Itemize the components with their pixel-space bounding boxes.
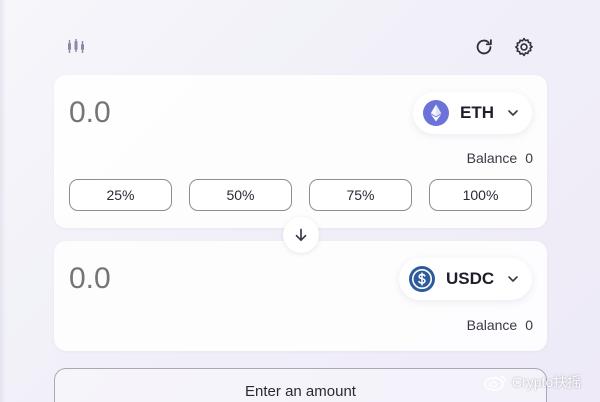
percent-100-button[interactable]: 100% (429, 179, 532, 211)
chevron-down-icon (508, 276, 518, 282)
enter-amount-label: Enter an amount (245, 383, 356, 400)
percent-50-button[interactable]: 50% (189, 179, 292, 211)
to-token-card: USDC Balance 0 (54, 241, 547, 351)
top-bar (55, 34, 547, 58)
candlestick-chart-icon[interactable] (67, 38, 85, 54)
percent-75-button[interactable]: 75% (309, 179, 412, 211)
watermark: Crypto扶摇 (484, 372, 581, 392)
weibo-logo-icon (484, 375, 506, 391)
to-balance: Balance 0 (467, 317, 533, 333)
from-token-card: ETH Balance 0 25% 50% 75% 100% (54, 75, 547, 228)
from-token-symbol: ETH (460, 103, 494, 122)
watermark-text: Crypto扶摇 (512, 374, 582, 390)
usdc-icon (409, 266, 435, 292)
to-amount-input[interactable] (69, 259, 249, 299)
arrow-down-icon (295, 228, 307, 242)
to-token-symbol: USDC (446, 269, 495, 288)
gear-icon[interactable] (513, 36, 535, 58)
balance-value: 0 (525, 150, 533, 166)
enter-amount-button[interactable]: Enter an amount (54, 368, 547, 402)
percent-25-button[interactable]: 25% (69, 179, 172, 211)
balance-value: 0 (525, 317, 533, 333)
ethereum-icon (423, 100, 449, 126)
from-token-selector[interactable]: ETH (413, 92, 532, 134)
panel-edge (0, 0, 6, 402)
to-token-selector[interactable]: USDC (399, 258, 532, 300)
balance-label: Balance (466, 150, 518, 166)
chevron-down-icon (508, 110, 518, 116)
swap-page: ETH Balance 0 25% 50% 75% 100% USDC (0, 0, 600, 402)
swap-direction-button[interactable] (283, 217, 319, 253)
balance-label: Balance (466, 317, 518, 333)
from-amount-input[interactable] (69, 93, 249, 133)
from-balance: Balance 0 (467, 150, 533, 166)
refresh-icon[interactable] (473, 36, 495, 58)
